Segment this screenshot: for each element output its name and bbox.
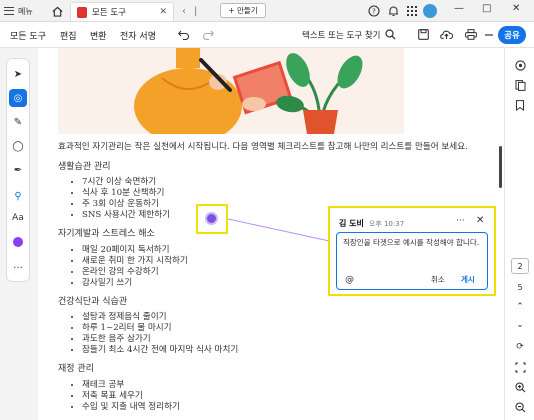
comment-connector	[228, 218, 335, 243]
search-icon[interactable]	[385, 29, 396, 40]
illustration-image	[58, 48, 404, 144]
fill-sign-icon: ✒	[13, 164, 23, 176]
pages-panel-icon[interactable]	[513, 78, 527, 92]
comment-pin[interactable]	[196, 204, 228, 234]
redo-icon[interactable]	[202, 30, 214, 40]
tab-all-tools[interactable]: 모든 도구 ✕	[70, 2, 174, 21]
comment-more-icon[interactable]: ···	[456, 216, 465, 226]
color-swatch-icon	[13, 237, 23, 247]
list-item: 재테크 공부	[82, 380, 488, 391]
home-button[interactable]	[48, 3, 66, 19]
fill-sign-tool[interactable]: ✒	[9, 161, 27, 179]
color-picker[interactable]	[9, 233, 27, 251]
text-tool[interactable]: Aa	[9, 209, 27, 227]
select-tool[interactable]: ➤	[9, 65, 27, 83]
comments-panel-icon[interactable]	[513, 58, 527, 72]
section-title: 건강식단과 식습관	[58, 296, 128, 307]
main-toolbar: 모든 도구 편집 변환 전자 서명 텍스트 또는 도구 찾기 공유	[0, 22, 534, 48]
list-item: 하루 1~2리터 물 마시기	[82, 323, 488, 334]
save-icon[interactable]	[418, 29, 429, 40]
comment-input[interactable]: 직장인을 타겟으로 예시를 작성해야 합니다. @ 취소 게시	[336, 232, 488, 290]
pen-icon: ✎	[13, 116, 23, 128]
more-tools[interactable]: ···	[9, 259, 27, 277]
svg-text:?: ?	[372, 8, 376, 16]
checklist: 재테크 공부 저축 목표 세우기 수입 및 지출 내역 정리하기	[82, 380, 488, 413]
bookmarks-icon[interactable]	[513, 98, 527, 112]
comment-text: 직장인을 타겟으로 예시를 작성해야 합니다.	[343, 238, 480, 247]
arrow-select-icon: ➤	[13, 68, 23, 80]
menu-button[interactable]: 메뉴	[4, 3, 33, 19]
page-number-input[interactable]: 2	[511, 258, 529, 274]
more-options-icon[interactable]	[484, 30, 494, 40]
post-button[interactable]: 게시	[461, 275, 475, 286]
menu-all-tools[interactable]: 모든 도구	[10, 29, 46, 42]
draw-tool[interactable]: ◯	[9, 137, 27, 155]
list-item: 식사 후 10분 산책하기	[82, 188, 488, 199]
list-item: 설탕과 정제음식 줄이기	[82, 312, 488, 323]
hamburger-icon	[4, 7, 14, 15]
page-down-icon[interactable]: ⌄	[513, 318, 527, 332]
avatar[interactable]	[423, 4, 437, 18]
zoom-out-icon[interactable]	[513, 400, 527, 414]
intro-paragraph: 효과적인 자기관리는 작은 실천에서 시작됩니다. 다음 영역별 체크리스트를 …	[58, 142, 468, 152]
tab-scroll-arrows[interactable]: ‹|	[182, 3, 205, 19]
apps-grid-icon[interactable]	[404, 3, 420, 19]
page-up-icon[interactable]: ⌃	[513, 300, 527, 314]
home-icon	[52, 6, 62, 17]
section-title: 생활습관 관리	[58, 161, 111, 172]
add-comment-tool[interactable]: ◎	[9, 89, 27, 107]
title-bar: 메뉴 모든 도구 ✕ ‹| + 만들기 ? — □ ✕	[0, 0, 534, 22]
list-item: 과도한 음주 삼가기	[82, 334, 488, 345]
lasso-icon: ◯	[12, 140, 24, 152]
right-rail: 2 5 ⌃ ⌄ ⟳	[504, 48, 534, 420]
comment-pin-icon	[205, 212, 218, 225]
text-icon: Aa	[12, 213, 24, 223]
maximize-icon[interactable]: □	[482, 3, 491, 14]
menu-edit[interactable]: 편집	[60, 29, 77, 42]
search-tools-field[interactable]: 텍스트 또는 도구 찾기	[302, 29, 381, 41]
comment-time: 오후 10:37	[368, 220, 405, 228]
new-tab-button[interactable]: + 만들기	[220, 3, 266, 18]
print-icon[interactable]	[465, 29, 477, 40]
share-button[interactable]: 공유	[498, 26, 526, 44]
menu-label: 메뉴	[18, 6, 33, 16]
list-item: 7시간 이상 숙면하기	[82, 177, 488, 188]
menu-e-sign[interactable]: 전자 서명	[120, 29, 156, 42]
comment-popup: 김 도비 오후 10:37 ··· ✕ 직장인을 타겟으로 예시를 작성해야 합니…	[328, 206, 496, 296]
refresh-icon[interactable]: ⟳	[513, 340, 527, 354]
fit-page-icon[interactable]	[513, 360, 527, 374]
upload-cloud-icon[interactable]	[440, 29, 453, 40]
comment-close-icon[interactable]: ✕	[476, 215, 484, 226]
list-item: 수입 및 지출 내역 정리하기	[82, 402, 488, 413]
checklist: 설탕과 정제음식 줄이기 하루 1~2리터 물 마시기 과도한 음주 삼가기 잠…	[82, 312, 488, 356]
comment-header: 김 도비 오후 10:37	[339, 218, 404, 229]
list-item: 저축 목표 세우기	[82, 391, 488, 402]
pin-icon: ⚲	[14, 190, 22, 202]
menu-convert[interactable]: 변환	[90, 29, 107, 42]
cancel-button[interactable]: 취소	[431, 275, 445, 286]
more-icon: ···	[13, 262, 23, 274]
pdf-file-icon	[77, 6, 87, 18]
window-close-icon[interactable]: ✕	[512, 3, 520, 14]
undo-icon[interactable]	[178, 30, 190, 40]
add-comment-icon: ◎	[13, 92, 23, 104]
mention-icon[interactable]: @	[345, 275, 354, 286]
tab-title: 모든 도구	[92, 8, 126, 18]
notification-bell-icon[interactable]	[385, 3, 401, 19]
minimize-icon[interactable]: —	[454, 3, 464, 14]
highlight-tool[interactable]: ✎	[9, 113, 27, 131]
section-title: 재정 관리	[58, 364, 94, 374]
scrollbar-thumb[interactable]	[499, 146, 502, 188]
help-icon[interactable]: ?	[366, 3, 382, 19]
tab-close-icon[interactable]: ✕	[159, 7, 167, 17]
zoom-in-icon[interactable]	[513, 380, 527, 394]
comment-author: 김 도비	[339, 219, 364, 228]
stamp-tool[interactable]: ⚲	[9, 187, 27, 205]
quick-tools-panel: ➤ ◎ ✎ ◯ ✒ ⚲ Aa ···	[6, 58, 30, 282]
page-total: 5	[517, 282, 523, 292]
list-item: 잠들기 최소 4시간 전에 마지막 식사 마치기	[82, 345, 488, 356]
